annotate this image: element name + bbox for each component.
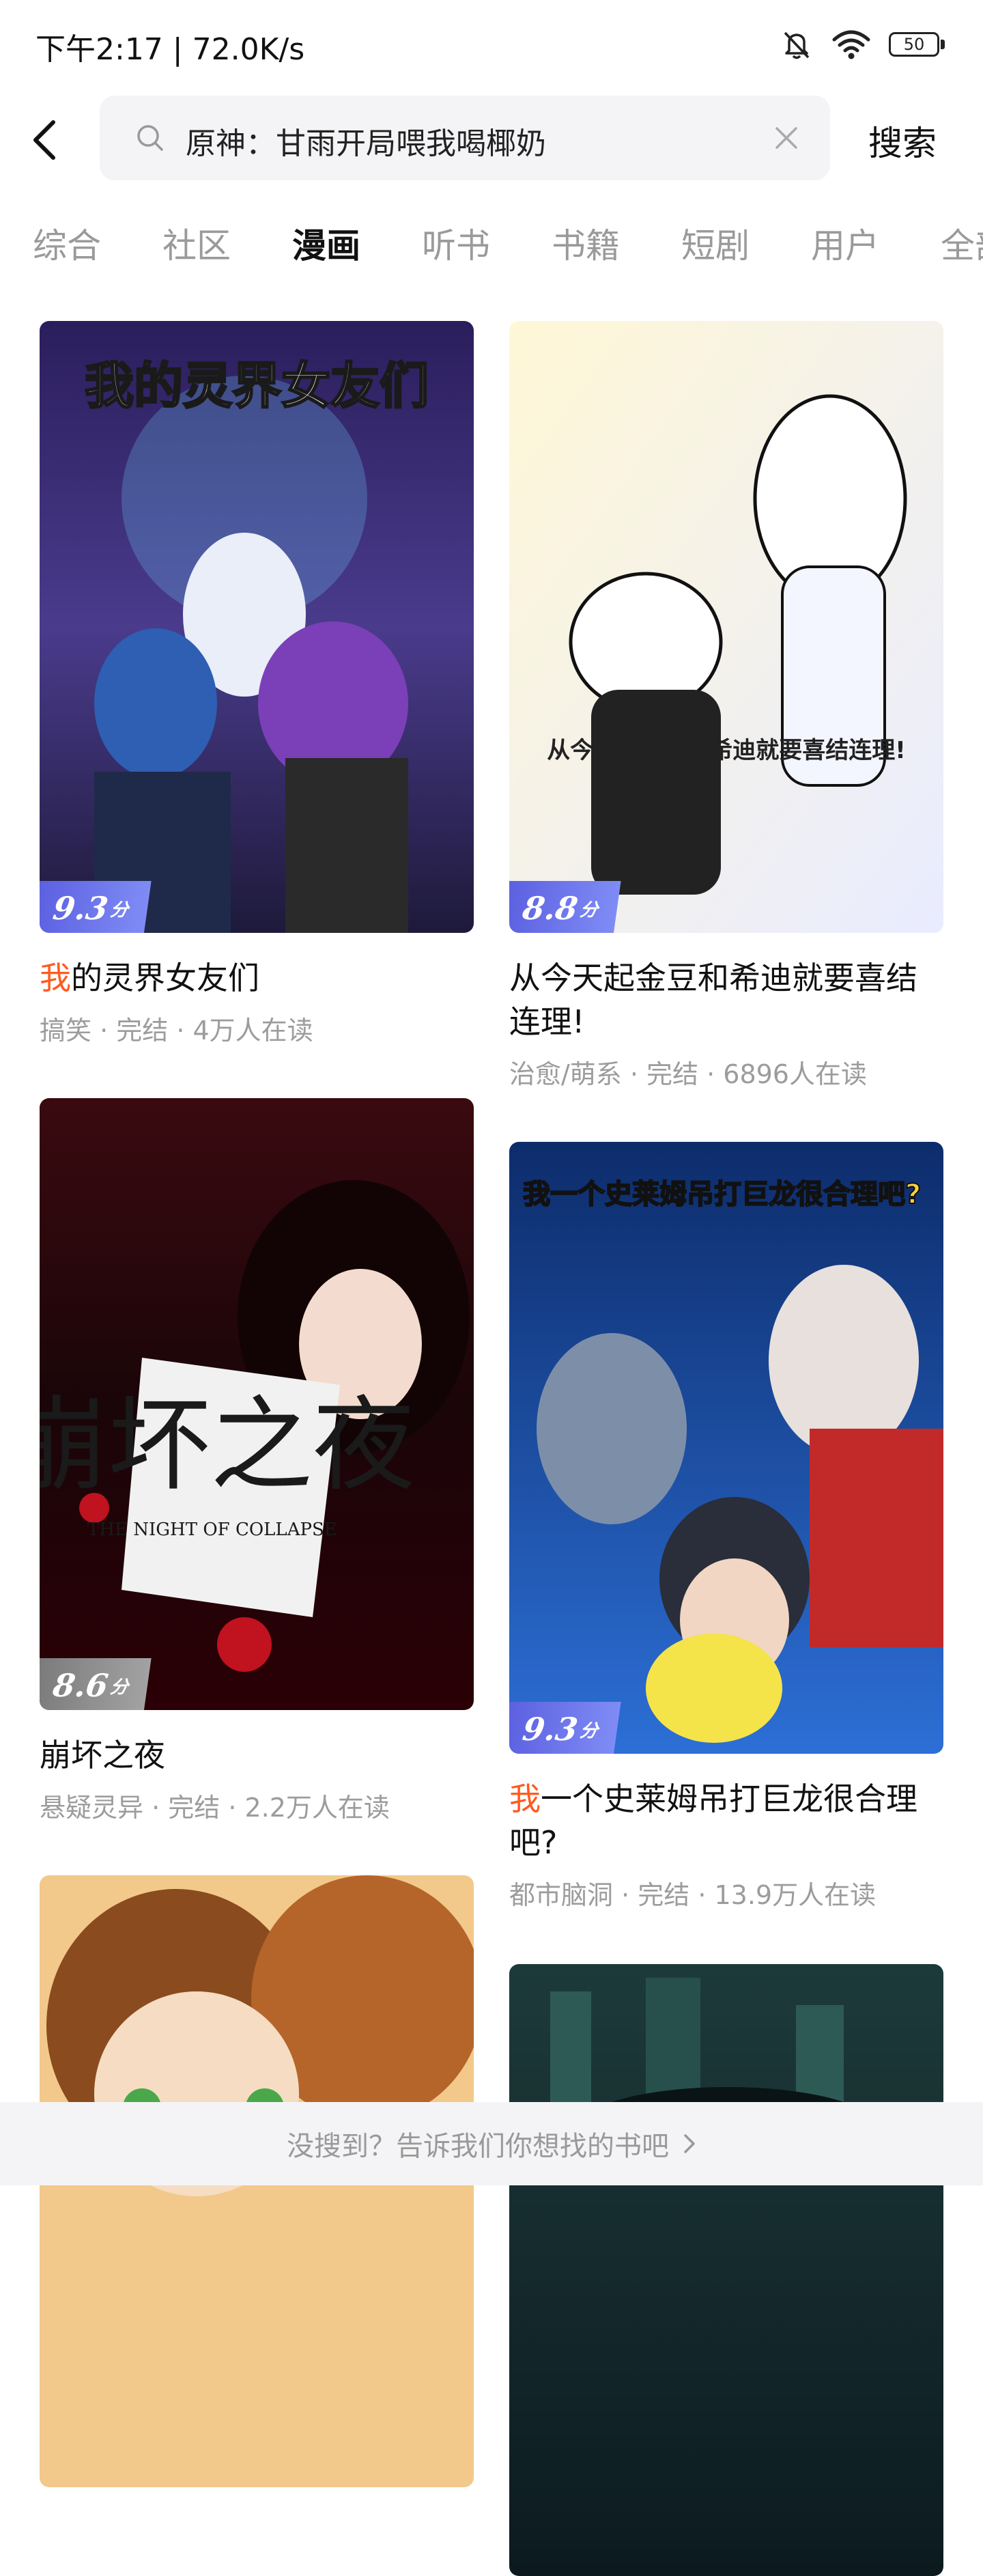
- score-unit: 分: [109, 899, 130, 921]
- comic-cover[interactable]: [509, 1964, 943, 2576]
- tab-audiobooks[interactable]: 听书: [422, 219, 490, 268]
- title-text: 从今天起金豆和希迪就要喜结连理!: [509, 960, 917, 1040]
- tab-short-drama[interactable]: 短剧: [681, 219, 750, 268]
- comic-cover[interactable]: 我一个史莱姆吊打巨龙很合理吧? 9.3 分: [509, 1142, 943, 1754]
- cover-image: 我一个史莱姆吊打巨龙很合理吧?: [509, 1142, 943, 1754]
- comic-cover[interactable]: 我的灵界女友们 9.3 分: [40, 321, 474, 933]
- score-value: 9.3: [51, 890, 111, 927]
- comic-card[interactable]: 我一个史莱姆吊打巨龙很合理吧? 9.3 分 我一个史莱姆吊打巨龙很合理吧? 都市…: [509, 1142, 943, 1912]
- battery-icon: 50: [889, 32, 945, 57]
- comic-title[interactable]: 崩坏之夜: [40, 1733, 474, 1777]
- score-unit: 分: [578, 1720, 599, 1741]
- score-badge: 9.3 分: [509, 1702, 621, 1754]
- title-highlight: 我: [509, 1780, 541, 1817]
- tab-community[interactable]: 社区: [162, 219, 231, 268]
- score-value: 9.3: [520, 1711, 580, 1748]
- back-button[interactable]: [30, 116, 74, 164]
- cover-image: [509, 1964, 943, 2576]
- cover-image: 崩坏之夜 THE NIGHT OF COLLAPSE: [40, 1098, 474, 1710]
- cover-title-text: 从今天起金豆和希迪就要喜结连理!: [547, 737, 906, 764]
- tab-books[interactable]: 书籍: [552, 219, 620, 268]
- tab-users[interactable]: 用户: [811, 219, 879, 268]
- search-icon: [137, 125, 163, 151]
- score-unit: 分: [578, 899, 599, 921]
- search-header: 原神：甘雨开局喂我喝椰奶 搜索: [0, 96, 983, 184]
- cover-title-text: 我的灵界女友们: [85, 356, 429, 415]
- comic-meta: 都市脑洞 · 完结 · 13.9万人在读: [509, 1880, 877, 1910]
- score-badge: 8.8 分: [509, 881, 621, 933]
- cover-image: 我的灵界女友们: [40, 321, 474, 933]
- cover-subtitle-text: THE NIGHT OF COLLAPSE: [87, 1520, 337, 1540]
- battery-level: 50: [889, 32, 939, 57]
- score-value: 8.8: [520, 890, 580, 927]
- cover-image: 从今天起金豆和希迪就要喜结连理!: [509, 321, 943, 933]
- title-text: 崩坏之夜: [40, 1737, 165, 1774]
- feedback-bar[interactable]: 没搜到？告诉我们你想找的书吧: [0, 2102, 983, 2185]
- back-arrow-icon: [33, 120, 55, 160]
- comic-cover[interactable]: 从今天起金豆和希迪就要喜结连理! 8.8 分: [509, 321, 943, 933]
- comic-title[interactable]: 我的灵界女友们: [40, 956, 474, 1000]
- score-badge: 9.3 分: [40, 881, 152, 933]
- score-value: 8.6: [51, 1667, 111, 1704]
- status-time-speed: 下午2:17 | 72.0K/s: [35, 32, 305, 67]
- tab-comics[interactable]: 漫画: [292, 219, 360, 268]
- cover-title-text: 崩坏之夜: [40, 1386, 415, 1505]
- wifi-icon: [831, 29, 871, 60]
- tab-all[interactable]: 全部: [941, 219, 983, 268]
- comic-title[interactable]: 我一个史莱姆吊打巨龙很合理吧?: [509, 1777, 943, 1864]
- search-input[interactable]: 原神：甘雨开局喂我喝椰奶: [100, 96, 830, 180]
- title-text: 一个史莱姆吊打巨龙很合理吧?: [509, 1780, 917, 1861]
- search-query[interactable]: 原神：甘雨开局喂我喝椰奶: [186, 119, 546, 163]
- tab-all-in-one[interactable]: 综合: [33, 219, 101, 268]
- chevron-right-icon: [683, 2133, 696, 2155]
- search-button[interactable]: 搜索: [868, 116, 937, 165]
- title-highlight: 我: [40, 960, 71, 996]
- comic-card[interactable]: [509, 1964, 943, 2576]
- comic-card[interactable]: 从今天起金豆和希迪就要喜结连理! 8.8 分 从今天起金豆和希迪就要喜结连理! …: [509, 321, 943, 1091]
- title-text: 的灵界女友们: [71, 960, 259, 996]
- score-unit: 分: [109, 1677, 130, 1698]
- comic-meta: 治愈/萌系 · 完结 · 6896人在读: [509, 1059, 867, 1089]
- comic-cover[interactable]: 崩坏之夜 THE NIGHT OF COLLAPSE 8.6 分: [40, 1098, 474, 1710]
- comic-meta: 悬疑灵异 · 完结 · 2.2万人在读: [40, 1793, 390, 1823]
- comic-card[interactable]: 崩坏之夜 THE NIGHT OF COLLAPSE 8.6 分 崩坏之夜 悬疑…: [40, 1098, 474, 1824]
- comic-meta: 搞笑 · 完结 · 4万人在读: [40, 1016, 313, 1046]
- mute-icon: [780, 27, 814, 61]
- status-bar: 下午2:17 | 72.0K/s 50: [0, 0, 983, 89]
- clear-icon[interactable]: [771, 123, 801, 153]
- status-icons: 50: [780, 27, 945, 61]
- category-tabs: 综合 社区 漫画 听书 书籍 短剧 用户 全部: [0, 205, 983, 280]
- comic-title[interactable]: 从今天起金豆和希迪就要喜结连理!: [509, 956, 943, 1044]
- comic-card[interactable]: 我的灵界女友们 9.3 分 我的灵界女友们 搞笑 · 完结 · 4万人在读: [40, 321, 474, 1047]
- score-badge: 8.6 分: [40, 1658, 152, 1710]
- cover-title-text: 我一个史莱姆吊打巨龙很合理吧?: [523, 1179, 921, 1210]
- feedback-text[interactable]: 没搜到？告诉我们你想找的书吧: [287, 2124, 669, 2164]
